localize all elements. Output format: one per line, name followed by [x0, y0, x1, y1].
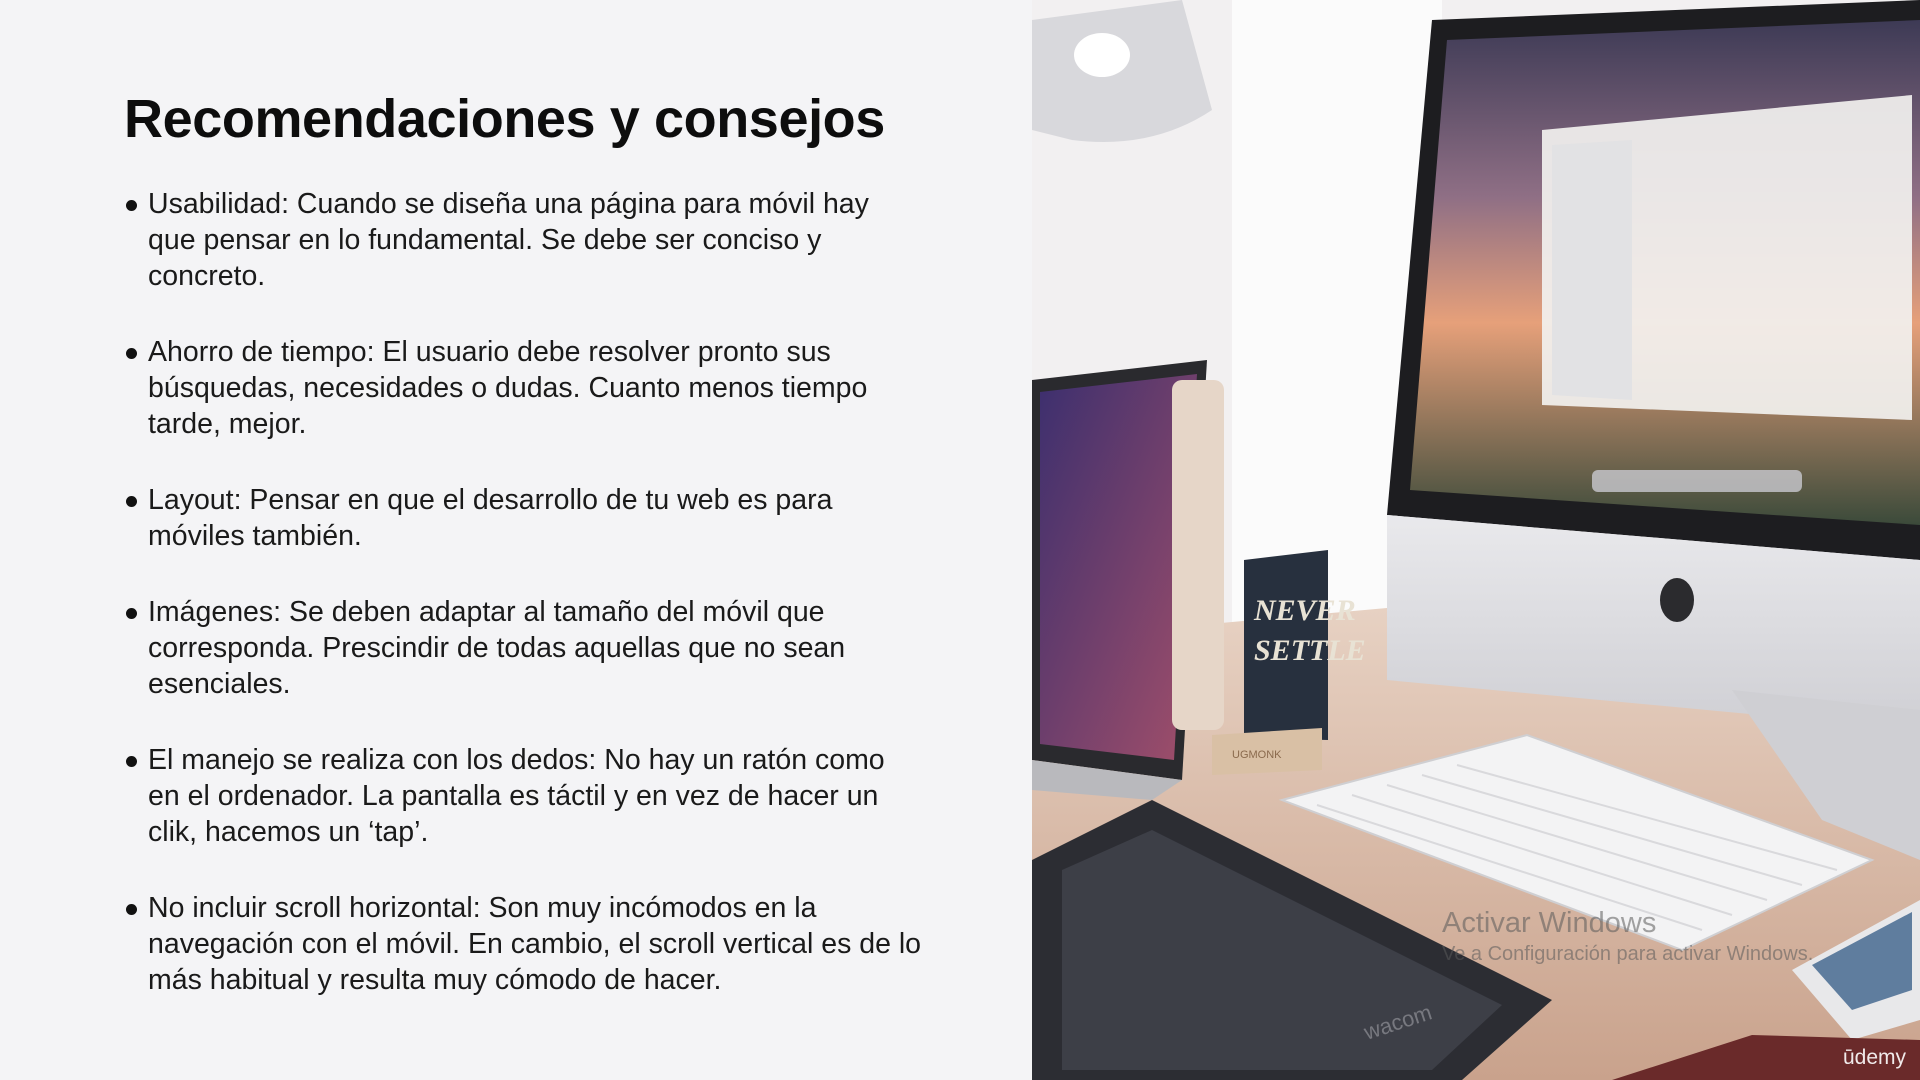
- bullet-imagenes: Imágenes: Se deben adaptar al tamaño del…: [124, 594, 924, 702]
- text-panel: Recomendaciones y consejos Usabilidad: C…: [0, 0, 1032, 1080]
- lamp-shape: [1032, 0, 1212, 142]
- block-text: UGMONK: [1232, 749, 1282, 761]
- bullet-layout: Layout: Pensar en que el desarrollo de t…: [124, 482, 924, 554]
- imac-dock: [1592, 470, 1802, 492]
- bullet-list: Usabilidad: Cuando se diseña una página …: [124, 186, 924, 1038]
- slide: Recomendaciones y consejos Usabilidad: C…: [0, 0, 1920, 1080]
- card-text-line2: SETTLE: [1254, 634, 1366, 667]
- lamp-bulb: [1074, 33, 1130, 77]
- apple-logo-icon: [1660, 578, 1694, 622]
- bullet-usabilidad: Usabilidad: Cuando se diseña una página …: [124, 186, 924, 294]
- desk-photo: NEVER SETTLE UGMONK wacom: [1032, 0, 1920, 1080]
- tube: [1172, 380, 1224, 730]
- bullet-scroll-horizontal: No incluir scroll horizontal: Son muy in…: [124, 890, 924, 998]
- udemy-logo: ūdemy: [1842, 1046, 1906, 1069]
- card-text-line1: NEVER: [1253, 594, 1356, 627]
- imac-window-sidebar: [1552, 140, 1632, 400]
- bullet-ahorro-tiempo: Ahorro de tiempo: El usuario debe resolv…: [124, 334, 924, 442]
- slide-title: Recomendaciones y consejos: [124, 89, 885, 149]
- bullet-manejo-dedos: El manejo se realiza con los dedos: No h…: [124, 742, 924, 850]
